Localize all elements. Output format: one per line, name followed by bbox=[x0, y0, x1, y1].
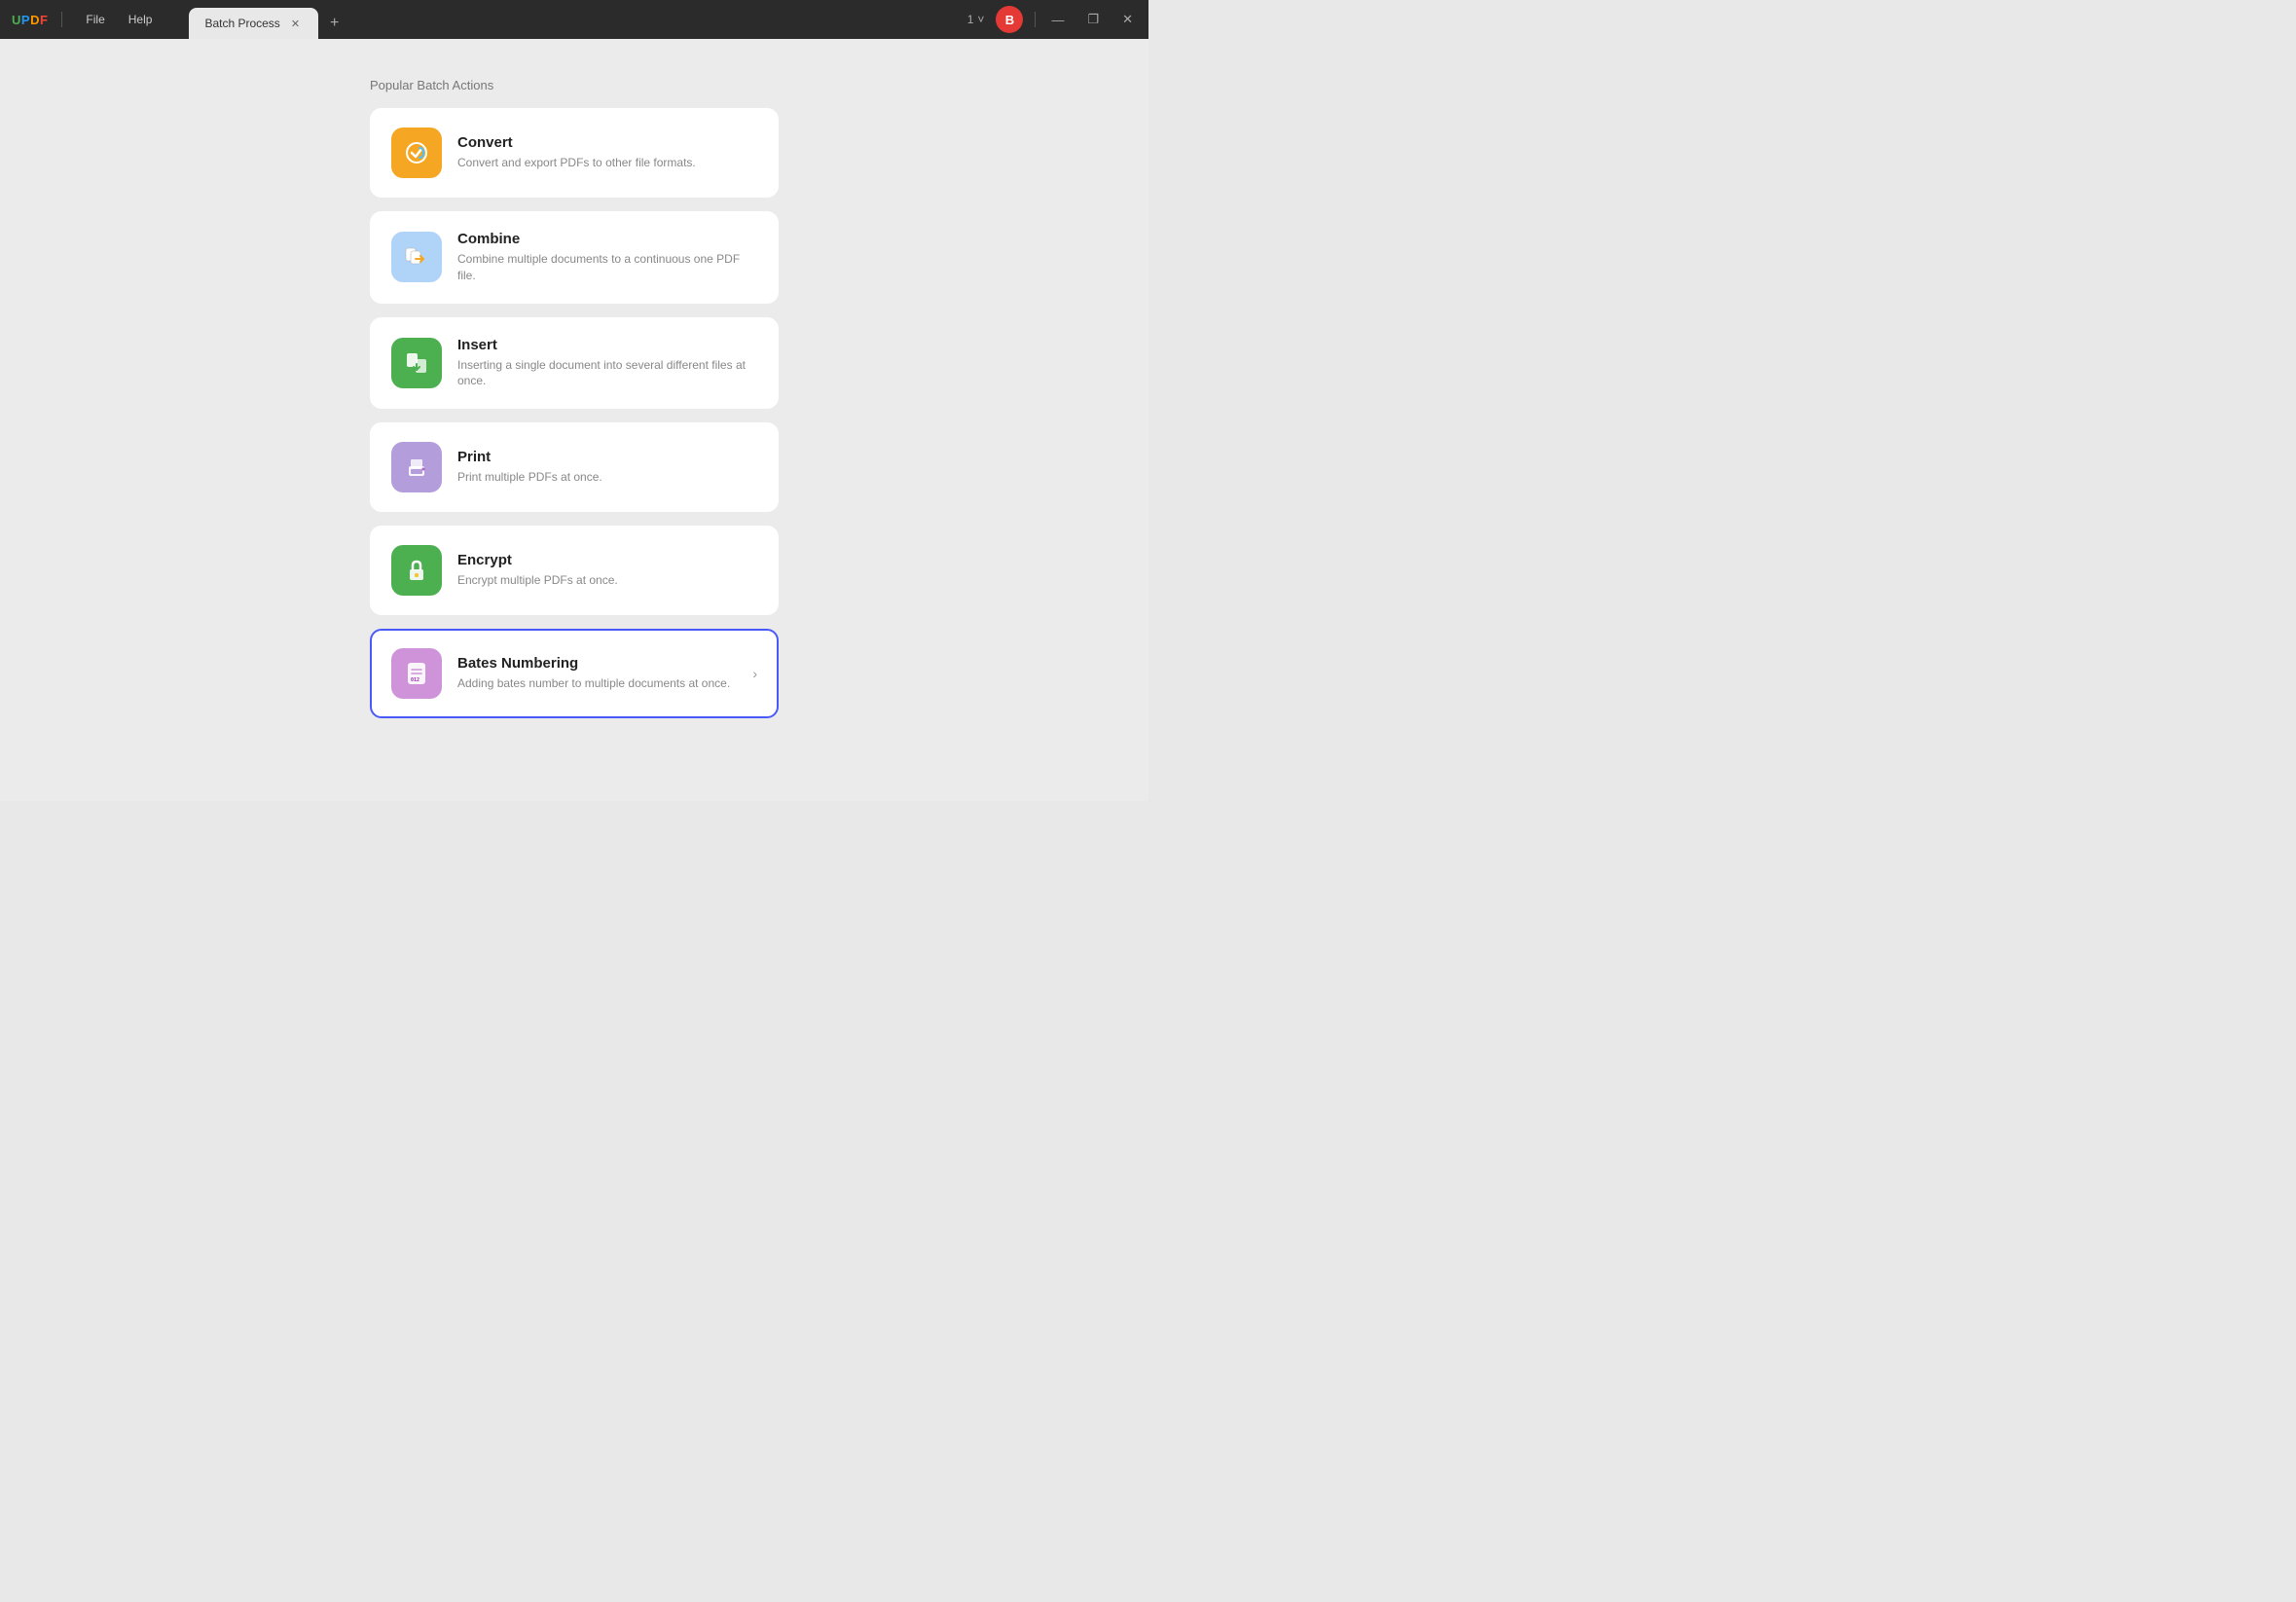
bates-text: Bates Numbering Adding bates number to m… bbox=[457, 655, 737, 692]
action-card-convert[interactable]: Convert Convert and export PDFs to other… bbox=[370, 108, 779, 198]
window-controls: — ❐ ✕ bbox=[1047, 10, 1137, 29]
bates-desc: Adding bates number to multiple document… bbox=[457, 675, 737, 692]
convert-desc: Convert and export PDFs to other file fo… bbox=[457, 155, 757, 171]
updf-logo[interactable]: UPDF bbox=[12, 13, 48, 27]
print-text: Print Print multiple PDFs at once. bbox=[457, 449, 757, 486]
content-wrapper: Popular Batch Actions Convert Convert an… bbox=[370, 78, 779, 732]
encrypt-icon bbox=[391, 545, 442, 596]
menu-file[interactable]: File bbox=[76, 9, 114, 30]
convert-title: Convert bbox=[457, 134, 757, 151]
encrypt-title: Encrypt bbox=[457, 552, 757, 568]
print-title: Print bbox=[457, 449, 757, 465]
titlebar-divider2 bbox=[1035, 12, 1036, 27]
action-card-bates[interactable]: 012 Bates Numbering Adding bates number … bbox=[370, 629, 779, 718]
action-card-insert[interactable]: Insert Inserting a single document into … bbox=[370, 317, 779, 410]
bates-arrow-icon: › bbox=[752, 666, 757, 681]
insert-icon bbox=[391, 338, 442, 388]
titlebar-menu: File Help bbox=[76, 9, 162, 30]
combine-icon bbox=[391, 232, 442, 282]
combine-desc: Combine multiple documents to a continuo… bbox=[457, 251, 757, 284]
minimize-button[interactable]: — bbox=[1047, 11, 1068, 29]
window-counter-chevron: ˅ bbox=[977, 13, 984, 26]
tab-batch-process[interactable]: Batch Process ✕ bbox=[189, 8, 318, 39]
insert-title: Insert bbox=[457, 337, 757, 353]
user-avatar[interactable]: B bbox=[996, 6, 1023, 33]
svg-text:012: 012 bbox=[411, 677, 419, 683]
main-content: Popular Batch Actions Convert Convert an… bbox=[0, 39, 1148, 801]
combine-text: Combine Combine multiple documents to a … bbox=[457, 231, 757, 284]
window-counter[interactable]: 1 ˅ bbox=[967, 13, 985, 26]
action-card-encrypt[interactable]: Encrypt Encrypt multiple PDFs at once. bbox=[370, 526, 779, 615]
action-card-print[interactable]: Print Print multiple PDFs at once. bbox=[370, 422, 779, 512]
titlebar-divider bbox=[61, 12, 62, 27]
encrypt-text: Encrypt Encrypt multiple PDFs at once. bbox=[457, 552, 757, 589]
insert-desc: Inserting a single document into several… bbox=[457, 357, 757, 390]
maximize-button[interactable]: ❐ bbox=[1083, 10, 1103, 29]
action-card-combine[interactable]: Combine Combine multiple documents to a … bbox=[370, 211, 779, 304]
tab-add-button[interactable]: + bbox=[322, 11, 346, 36]
print-desc: Print multiple PDFs at once. bbox=[457, 469, 757, 486]
titlebar-right: 1 ˅ B — ❐ ✕ bbox=[967, 6, 1137, 33]
tab-close-icon[interactable]: ✕ bbox=[288, 17, 303, 31]
close-button[interactable]: ✕ bbox=[1118, 10, 1137, 29]
print-icon bbox=[391, 442, 442, 492]
convert-icon bbox=[391, 127, 442, 178]
window-count: 1 bbox=[967, 13, 974, 26]
section-title: Popular Batch Actions bbox=[370, 78, 779, 92]
convert-text: Convert Convert and export PDFs to other… bbox=[457, 134, 757, 171]
tab-title: Batch Process bbox=[204, 17, 279, 30]
menu-help[interactable]: Help bbox=[119, 9, 163, 30]
combine-title: Combine bbox=[457, 231, 757, 247]
encrypt-desc: Encrypt multiple PDFs at once. bbox=[457, 572, 757, 589]
tabs-area: Batch Process ✕ + bbox=[189, 0, 959, 39]
bates-title: Bates Numbering bbox=[457, 655, 737, 672]
titlebar: UPDF File Help Batch Process ✕ + 1 ˅ B —… bbox=[0, 0, 1148, 39]
insert-text: Insert Inserting a single document into … bbox=[457, 337, 757, 390]
bates-icon: 012 bbox=[391, 648, 442, 699]
